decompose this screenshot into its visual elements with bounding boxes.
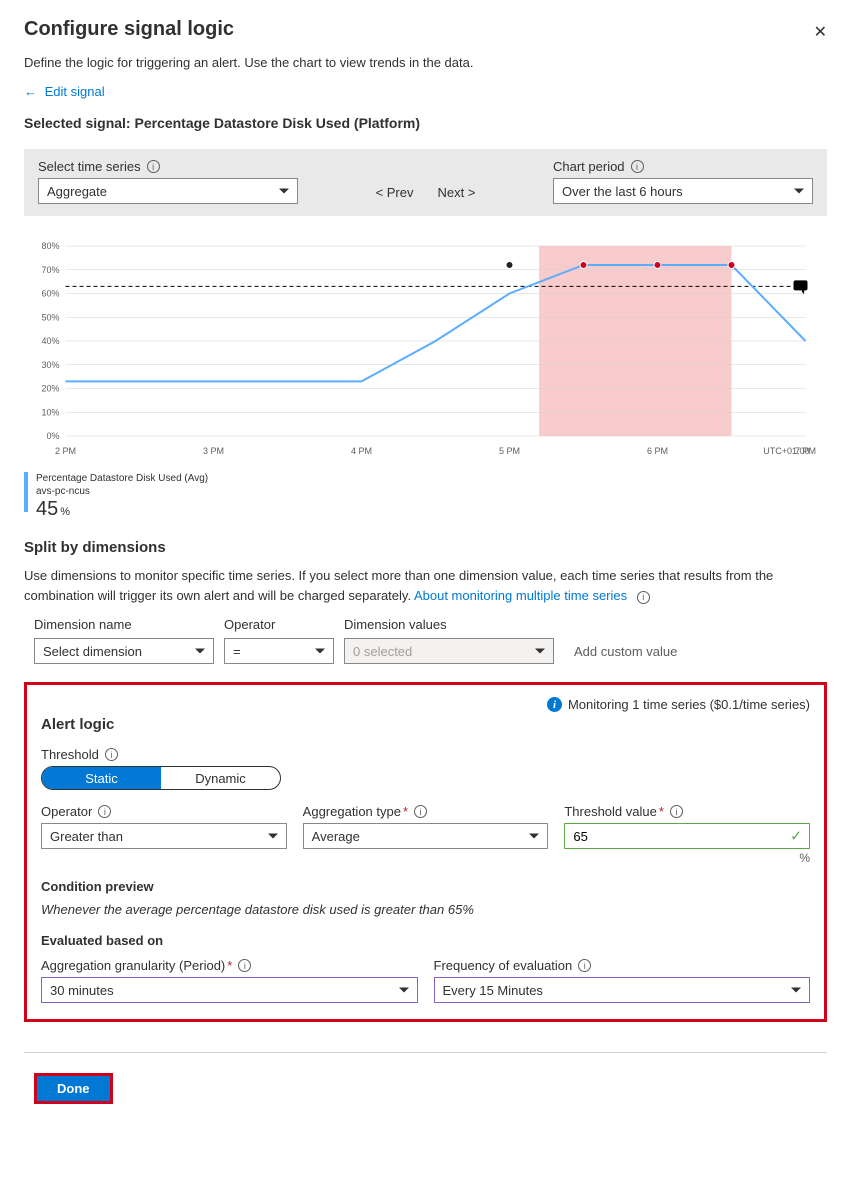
dimension-values-select[interactable]: 0 selected [344,638,554,664]
prev-button[interactable]: < Prev [376,185,414,200]
chart-legend: Percentage Datastore Disk Used (Avg) avs… [24,472,827,521]
dim-header-op: Operator [224,617,344,632]
agg-type-label: Aggregation type [303,804,401,819]
threshold-static-option[interactable]: Static [42,767,161,789]
info-icon[interactable]: i [637,591,650,604]
granularity-value: 30 minutes [50,983,114,998]
done-button[interactable]: Done [34,1073,113,1104]
time-series-select[interactable]: Aggregate [38,178,298,204]
svg-text:10%: 10% [41,407,59,417]
info-icon[interactable]: i [147,160,160,173]
legend-color-bar [24,472,28,512]
operator-select[interactable]: Greater than [41,823,287,849]
legend-value: 45 [36,498,58,520]
monitoring-note: Monitoring 1 time series ($0.1/time seri… [568,697,810,712]
info-icon[interactable]: i [105,748,118,761]
dimension-op-value: = [233,644,241,659]
dimensions-link[interactable]: About monitoring multiple time series [414,588,627,603]
threshold-value-input[interactable] [564,823,810,849]
dimension-operator-select[interactable]: = [224,638,334,664]
chart: 0% 10% 20% 30% 40% 50% 60% 70% 80% 2 PM 3 PM 4 PM 5 … [24,236,827,521]
threshold-unit: % [564,851,810,865]
close-icon[interactable]: ✕ [814,18,827,42]
svg-text:20%: 20% [41,384,59,394]
threshold-value-label: Threshold value [564,804,657,819]
granularity-select[interactable]: 30 minutes [41,977,418,1003]
chart-svg: 0% 10% 20% 30% 40% 50% 60% 70% 80% 2 PM 3 PM 4 PM 5 … [24,236,827,466]
dimensions-desc-text: Use dimensions to monitor specific time … [24,568,773,603]
info-icon[interactable]: i [238,959,251,972]
evaluated-title: Evaluated based on [41,933,810,948]
svg-text:3 PM: 3 PM [203,446,224,456]
check-icon: ✓ [790,828,802,845]
chart-period-label: Chart period [553,159,625,174]
condition-preview-text: Whenever the average percentage datastor… [41,902,810,917]
chart-period-value: Over the last 6 hours [562,184,683,199]
svg-text:80%: 80% [41,241,59,251]
agg-type-select[interactable]: Average [303,823,549,849]
edit-signal-link[interactable]: Edit signal [45,84,105,99]
selected-signal-value: Percentage Datastore Disk Used (Platform… [134,115,420,131]
dimension-name-placeholder: Select dimension [43,644,142,659]
selected-signal-label: Selected signal: [24,115,134,131]
info-icon[interactable]: i [670,805,683,818]
operator-label: Operator [41,804,92,819]
svg-text:4 PM: 4 PM [351,446,372,456]
dim-header-name: Dimension name [34,617,224,632]
svg-text:0%: 0% [46,431,59,441]
svg-text:30%: 30% [41,360,59,370]
frequency-value: Every 15 Minutes [443,983,543,998]
svg-text:50%: 50% [41,312,59,322]
selected-signal: Selected signal: Percentage Datastore Di… [24,115,827,131]
dimensions-title: Split by dimensions [24,539,827,556]
info-icon[interactable]: i [98,805,111,818]
svg-text:40%: 40% [41,336,59,346]
chart-toolbar: Select time series i Aggregate < Prev Nex… [24,149,827,216]
operator-value: Greater than [50,829,123,844]
info-icon[interactable]: i [414,805,427,818]
legend-unit: % [60,506,70,518]
svg-text:6 PM: 6 PM [647,446,668,456]
info-icon[interactable]: i [547,697,562,712]
back-arrow-icon: ← [24,84,37,99]
frequency-select[interactable]: Every 15 Minutes [434,977,811,1003]
alert-logic-title: Alert logic [41,716,810,733]
dimensions-description: Use dimensions to monitor specific time … [24,566,827,605]
svg-text:2 PM: 2 PM [55,446,76,456]
threshold-toggle[interactable]: Static Dynamic [41,766,281,790]
agg-type-value: Average [312,829,360,844]
next-button[interactable]: Next > [438,185,476,200]
time-series-label: Select time series [38,159,141,174]
time-series-value: Aggregate [47,184,107,199]
svg-text:5 PM: 5 PM [499,446,520,456]
dim-header-values: Dimension values [344,617,564,632]
chart-period-select[interactable]: Over the last 6 hours [553,178,813,204]
alert-logic-section: i Monitoring 1 time series ($0.1/time se… [24,682,827,1022]
threshold-dynamic-option[interactable]: Dynamic [161,767,280,789]
legend-series-name: Percentage Datastore Disk Used (Avg) [36,472,208,485]
frequency-label: Frequency of evaluation [434,958,573,973]
page-title: Configure signal logic [24,18,234,41]
threshold-label: Threshold [41,747,99,762]
info-icon[interactable]: i [578,959,591,972]
svg-text:60%: 60% [41,289,59,299]
page-description: Define the logic for triggering an alert… [24,55,827,70]
add-custom-value-link[interactable]: Add custom value [564,644,677,659]
dimension-name-select[interactable]: Select dimension [34,638,214,664]
svg-text:70%: 70% [41,265,59,275]
granularity-label: Aggregation granularity (Period) [41,958,225,973]
condition-preview-title: Condition preview [41,879,810,894]
dimension-values-placeholder: 0 selected [353,644,412,659]
info-icon[interactable]: i [631,160,644,173]
legend-series-subtitle: avs-pc-ncus [36,485,208,498]
svg-text:UTC+01:00: UTC+01:00 [763,446,809,456]
